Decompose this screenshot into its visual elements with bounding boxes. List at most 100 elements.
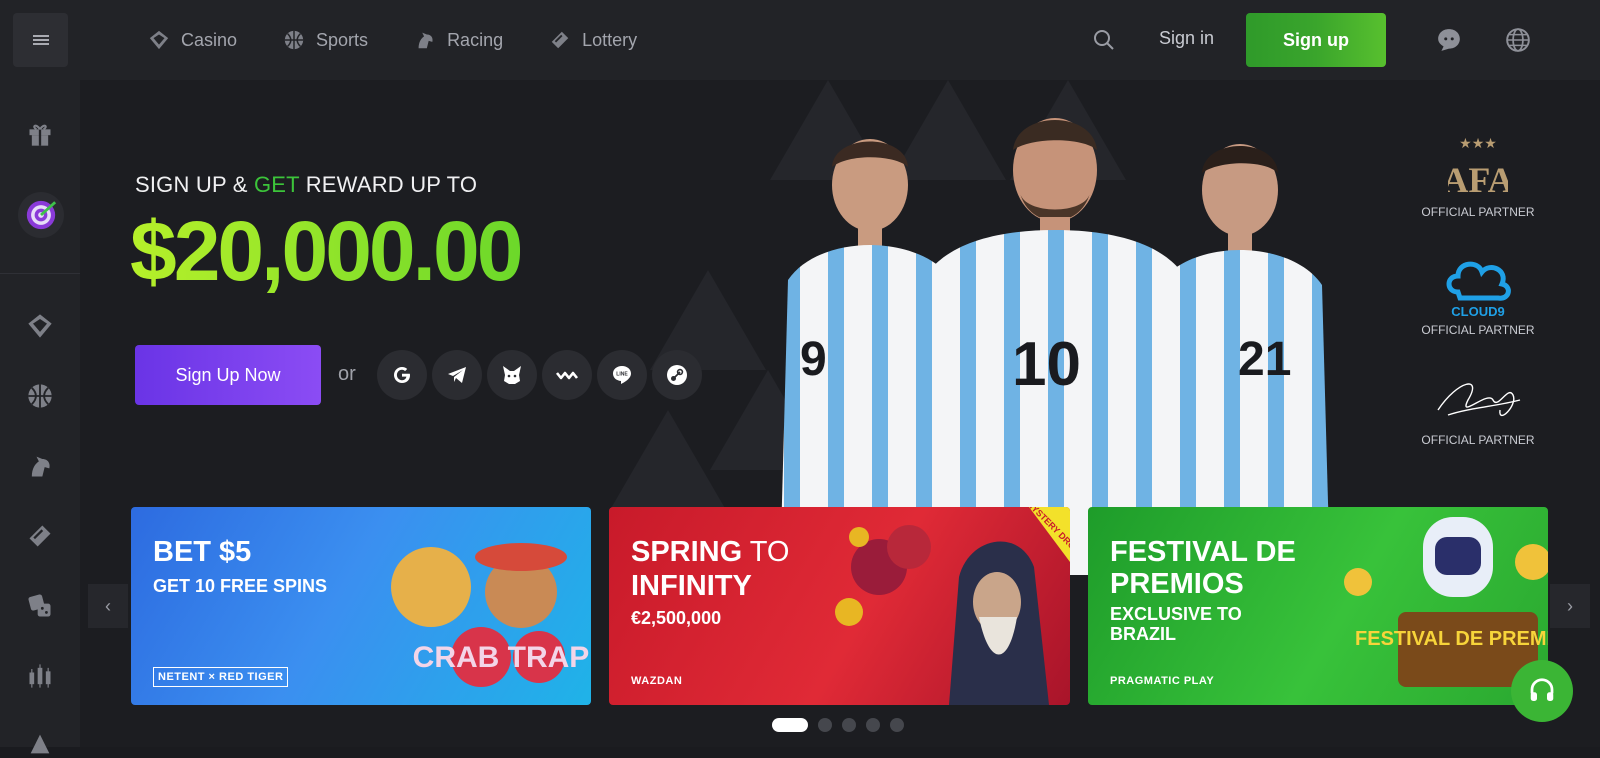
telegram-login-button[interactable] (432, 350, 482, 400)
signature-logo (1437, 383, 1521, 417)
dice-icon[interactable] (26, 592, 54, 620)
racing-icon (418, 32, 433, 49)
chevron-right-icon: › (1567, 595, 1573, 616)
hamburger-icon (32, 33, 49, 47)
sign-in-link[interactable]: Sign in (1159, 28, 1214, 49)
hero-subtitle: SIGN UP & GET REWARD UP TO (135, 172, 477, 198)
google-icon (394, 367, 410, 383)
casino-icon[interactable] (26, 312, 54, 340)
promo-subtitle: €2,500,000 (631, 608, 722, 628)
carousel-dot[interactable] (818, 718, 832, 732)
gift-icon[interactable] (26, 120, 54, 148)
main-nav: Casino Sports Racing Lottery (148, 0, 683, 80)
promo-title-a: SPRING (631, 536, 743, 568)
sidebar (0, 80, 80, 754)
afa-logo-text: AFA (1448, 160, 1508, 200)
carousel-dot[interactable] (866, 718, 880, 732)
jersey-number: 10 (1012, 330, 1081, 399)
nav-racing[interactable]: Racing (414, 29, 503, 51)
more-icon[interactable] (26, 730, 54, 758)
search-icon[interactable] (1092, 28, 1116, 52)
sports-icon[interactable] (26, 382, 54, 410)
nav-sports-label: Sports (316, 29, 369, 50)
nav-casino[interactable]: Casino (148, 29, 237, 51)
jersey-number: 9 (800, 333, 827, 386)
svg-text:★★★: ★★★ (1459, 135, 1497, 151)
promo-subtitle: GET 10 FREE SPINS (153, 576, 328, 596)
sign-up-button[interactable]: Sign up (1246, 13, 1386, 67)
nav-racing-label: Racing (447, 29, 504, 50)
promo-title: SPRING TO (631, 536, 790, 569)
promo-brand: PRAGMATIC PLAY (1110, 675, 1215, 687)
target-icon[interactable] (18, 192, 64, 238)
steam-login-button[interactable] (652, 350, 702, 400)
top-bar: Casino Sports Racing Lottery Sign in Sig… (0, 0, 1600, 80)
headset-icon (1530, 678, 1554, 701)
carousel-next-button[interactable]: › (1550, 584, 1590, 628)
nav-sports[interactable]: Sports (283, 29, 368, 51)
promo-brand: WAZDAN (631, 675, 683, 687)
promo-card-festival-de-premios[interactable]: FESTIVAL DE PREMIOS EXCLUSIVE TO BRAZIL … (1088, 507, 1548, 705)
cloud9-logo: CLOUD9 (1446, 261, 1511, 319)
promo-subtitle: EXCLUSIVE TO BRAZIL (1110, 604, 1242, 644)
telegram-icon (448, 367, 466, 383)
festival-art: FESTIVAL DE PREMIOS (1344, 517, 1548, 687)
line-icon: LINE (613, 366, 631, 384)
partner-label: OFFICIAL PARTNER (1421, 323, 1535, 337)
players-image: 9 21 10 (780, 118, 1330, 575)
racing-icon[interactable] (26, 452, 54, 480)
promo-card-crab-trap[interactable]: BET $5 GET 10 FREE SPINS CRAB TRAP NETEN… (131, 507, 591, 705)
carousel-prev-button[interactable]: ‹ (88, 584, 128, 628)
nav-lottery[interactable]: Lottery (549, 29, 637, 51)
partner-cloud9: CLOUD9 OFFICIAL PARTNER (1408, 252, 1548, 337)
hero-subtitle-get: GET (253, 172, 300, 197)
hero-subtitle-post: REWARD UP TO (299, 172, 478, 197)
sign-up-now-button[interactable]: Sign Up Now (135, 345, 321, 405)
carousel-dot[interactable] (842, 718, 856, 732)
promo-title: BET $5 (153, 536, 252, 568)
metamask-login-button[interactable] (487, 350, 537, 400)
wizard-art: MYSTERY DROP (835, 507, 1070, 705)
support-button[interactable] (1511, 660, 1573, 722)
crab-trap-art: CRAB TRAP (391, 543, 590, 687)
sidebar-divider (0, 273, 80, 274)
reward-amount: $20,000.00 (130, 204, 523, 298)
promo-card-spring-to-infinity[interactable]: SPRING TO INFINITY €2,500,000 MYSTERY DR… (609, 507, 1070, 705)
steam-icon (667, 365, 687, 385)
cloud9-logo-text: CLOUD9 (1451, 304, 1504, 319)
carousel-pagination (772, 718, 904, 732)
jersey-number: 21 (1238, 333, 1291, 386)
walletconnect-login-button[interactable] (542, 350, 592, 400)
promo-title-line2: INFINITY (631, 570, 752, 602)
partner-label: OFFICIAL PARTNER (1421, 433, 1535, 447)
lottery-icon[interactable] (26, 522, 54, 550)
metamask-icon (503, 366, 521, 384)
afa-logo: ★★★ AFA (1442, 135, 1513, 200)
or-label: or (338, 363, 356, 385)
svg-text:LINE: LINE (616, 372, 628, 378)
casino-icon (149, 30, 169, 50)
chat-icon[interactable] (1436, 27, 1462, 53)
background-shape (610, 410, 726, 510)
carousel-dot[interactable] (772, 718, 808, 732)
line-login-button[interactable]: LINE (597, 350, 647, 400)
nav-casino-label: Casino (181, 29, 238, 50)
walletconnect-icon (555, 371, 579, 380)
hero-subtitle-pre: SIGN UP & (135, 172, 254, 197)
nav-lottery-label: Lottery (582, 29, 638, 50)
globe-icon[interactable] (1505, 27, 1531, 53)
sports-icon (284, 30, 304, 50)
festival-logo: FESTIVAL DE PREMIOS (1355, 628, 1548, 650)
promo-brand: NETENT × RED TIGER (153, 667, 289, 687)
chart-icon[interactable] (26, 662, 54, 690)
partner-afa: ★★★ AFA OFFICIAL PARTNER (1408, 132, 1548, 219)
partner-signature: OFFICIAL PARTNER (1408, 370, 1548, 447)
partner-label: OFFICIAL PARTNER (1421, 205, 1535, 219)
crab-trap-logo: CRAB TRAP (413, 641, 590, 674)
menu-button[interactable] (13, 13, 68, 67)
chevron-left-icon: ‹ (105, 595, 111, 616)
google-login-button[interactable] (377, 350, 427, 400)
promo-title-b: TO (742, 536, 790, 568)
carousel-dot[interactable] (890, 718, 904, 732)
lottery-icon (551, 31, 569, 49)
